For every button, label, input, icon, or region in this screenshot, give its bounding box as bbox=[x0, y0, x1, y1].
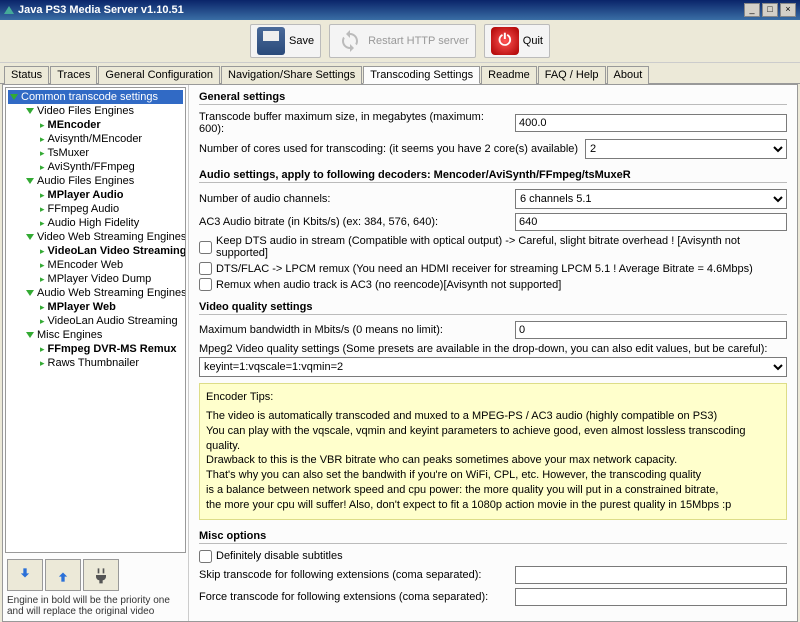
tree-item[interactable]: ▸TsMuxer bbox=[8, 146, 183, 160]
save-button[interactable]: Save bbox=[250, 24, 321, 58]
tree-item[interactable]: ▸MPlayer Web bbox=[8, 300, 183, 314]
bandwidth-label: Maximum bandwidth in Mbits/s (0 means no… bbox=[199, 324, 509, 336]
move-up-button[interactable] bbox=[45, 559, 81, 591]
dts-label: Keep DTS audio in stream (Compatible wit… bbox=[216, 235, 787, 259]
video-title: Video quality settings bbox=[199, 301, 787, 315]
tab-about[interactable]: About bbox=[607, 66, 650, 84]
sidebar-bottom: Engine in bold will be the priority one … bbox=[3, 555, 188, 621]
channels-select[interactable]: 6 channels 5.1 bbox=[515, 189, 787, 209]
audio-settings-group: Audio settings, apply to following decod… bbox=[199, 169, 787, 291]
tree-item[interactable]: ▸Audio High Fidelity bbox=[8, 216, 183, 230]
tree-item[interactable]: ▸VideoLan Video Streaming bbox=[8, 244, 183, 258]
sidebar: Common transcode settingsVideo Files Eng… bbox=[3, 85, 189, 621]
tree-item[interactable]: Common transcode settings bbox=[8, 90, 183, 104]
tabs: StatusTracesGeneral ConfigurationNavigat… bbox=[0, 65, 800, 84]
tree-item[interactable]: ▸MEncoder Web bbox=[8, 258, 183, 272]
quit-icon: ⏻ bbox=[491, 27, 519, 55]
cores-select[interactable]: 2 bbox=[585, 139, 787, 159]
tree-item[interactable]: Video Files Engines bbox=[8, 104, 183, 118]
remux-label: Remux when audio track is AC3 (no reenco… bbox=[216, 279, 561, 291]
tab-transcoding-settings[interactable]: Transcoding Settings bbox=[363, 66, 480, 84]
content: General settings Transcode buffer maximu… bbox=[189, 85, 797, 621]
ac3-input[interactable] bbox=[515, 213, 787, 231]
lpcm-label: DTS/FLAC -> LPCM remux (You need an HDMI… bbox=[216, 263, 753, 275]
dts-checkbox[interactable] bbox=[199, 241, 212, 254]
encoder-tips: Encoder Tips: The video is automatically… bbox=[199, 383, 787, 520]
audio-title: Audio settings, apply to following decod… bbox=[199, 169, 787, 183]
tree-item[interactable]: ▸MPlayer Audio bbox=[8, 188, 183, 202]
tips-title: Encoder Tips: bbox=[206, 390, 780, 405]
tab-faq-help[interactable]: FAQ / Help bbox=[538, 66, 606, 84]
skip-ext-input[interactable] bbox=[515, 566, 787, 584]
tree-item[interactable]: ▸Raws Thumbnailer bbox=[8, 356, 183, 370]
tree-item[interactable]: ▸FFmpeg DVR-MS Remux bbox=[8, 342, 183, 356]
tree-item[interactable]: Misc Engines bbox=[8, 328, 183, 342]
tree-item[interactable]: Audio Files Engines bbox=[8, 174, 183, 188]
quit-button[interactable]: ⏻ Quit bbox=[484, 24, 550, 58]
force-ext-input[interactable] bbox=[515, 588, 787, 606]
tree-item[interactable]: ▸Avisynth/MEncoder bbox=[8, 132, 183, 146]
tree-item[interactable]: ▸FFmpeg Audio bbox=[8, 202, 183, 216]
app-icon bbox=[4, 6, 14, 14]
restart-button[interactable]: Restart HTTP server bbox=[329, 24, 476, 58]
buffer-label: Transcode buffer maximum size, in megaby… bbox=[199, 111, 509, 135]
skip-ext-label: Skip transcode for following extensions … bbox=[199, 569, 509, 581]
mpeg2-label: Mpeg2 Video quality settings (Some prese… bbox=[199, 343, 787, 355]
tab-navigation-share-settings[interactable]: Navigation/Share Settings bbox=[221, 66, 362, 84]
channels-label: Number of audio channels: bbox=[199, 193, 509, 205]
close-button[interactable]: × bbox=[780, 3, 796, 17]
tab-readme[interactable]: Readme bbox=[481, 66, 537, 84]
video-settings-group: Video quality settings Maximum bandwidth… bbox=[199, 301, 787, 520]
save-label: Save bbox=[289, 35, 314, 47]
window-title: Java PS3 Media Server v1.10.51 bbox=[18, 4, 742, 16]
plug-button[interactable] bbox=[83, 559, 119, 591]
move-down-button[interactable] bbox=[7, 559, 43, 591]
misc-title: Misc options bbox=[199, 530, 787, 544]
minimize-button[interactable]: _ bbox=[744, 3, 760, 17]
main: Common transcode settingsVideo Files Eng… bbox=[2, 84, 798, 622]
cores-label: Number of cores used for transcoding: (i… bbox=[199, 143, 579, 155]
force-ext-label: Force transcode for following extensions… bbox=[199, 591, 509, 603]
tree-item[interactable]: ▸VideoLan Audio Streaming bbox=[8, 314, 183, 328]
buffer-input[interactable] bbox=[515, 114, 787, 132]
bandwidth-input[interactable] bbox=[515, 321, 787, 339]
tree-item[interactable]: ▸MEncoder bbox=[8, 118, 183, 132]
tree-item[interactable]: Video Web Streaming Engines bbox=[8, 230, 183, 244]
tab-status[interactable]: Status bbox=[4, 66, 49, 84]
tree-item[interactable]: ▸MPlayer Video Dump bbox=[8, 272, 183, 286]
disable-subs-label: Definitely disable subtitles bbox=[216, 550, 343, 562]
save-icon bbox=[257, 27, 285, 55]
remux-checkbox[interactable] bbox=[199, 278, 212, 291]
mpeg2-select[interactable]: keyint=1:vqscale=1:vqmin=2 bbox=[199, 357, 787, 377]
tree-item[interactable]: Audio Web Streaming Engines bbox=[8, 286, 183, 300]
quit-label: Quit bbox=[523, 35, 543, 47]
misc-group: Misc options Definitely disable subtitle… bbox=[199, 530, 787, 606]
tree-item[interactable]: ▸AviSynth/FFmpeg bbox=[8, 160, 183, 174]
restart-label: Restart HTTP server bbox=[368, 35, 469, 47]
ac3-label: AC3 Audio bitrate (in Kbits/s) (ex: 384,… bbox=[199, 216, 509, 228]
general-title: General settings bbox=[199, 91, 787, 105]
tab-traces[interactable]: Traces bbox=[50, 66, 97, 84]
tab-general-configuration[interactable]: General Configuration bbox=[98, 66, 220, 84]
lpcm-checkbox[interactable] bbox=[199, 262, 212, 275]
maximize-button[interactable]: □ bbox=[762, 3, 778, 17]
tips-body: The video is automatically transcoded an… bbox=[206, 409, 780, 513]
restart-icon bbox=[336, 27, 364, 55]
titlebar: Java PS3 Media Server v1.10.51 _ □ × bbox=[0, 0, 800, 20]
priority-note: Engine in bold will be the priority one … bbox=[7, 595, 184, 617]
general-settings-group: General settings Transcode buffer maximu… bbox=[199, 91, 787, 159]
toolbar: Save Restart HTTP server ⏻ Quit bbox=[0, 20, 800, 63]
engine-tree: Common transcode settingsVideo Files Eng… bbox=[5, 87, 186, 553]
disable-subs-checkbox[interactable] bbox=[199, 550, 212, 563]
